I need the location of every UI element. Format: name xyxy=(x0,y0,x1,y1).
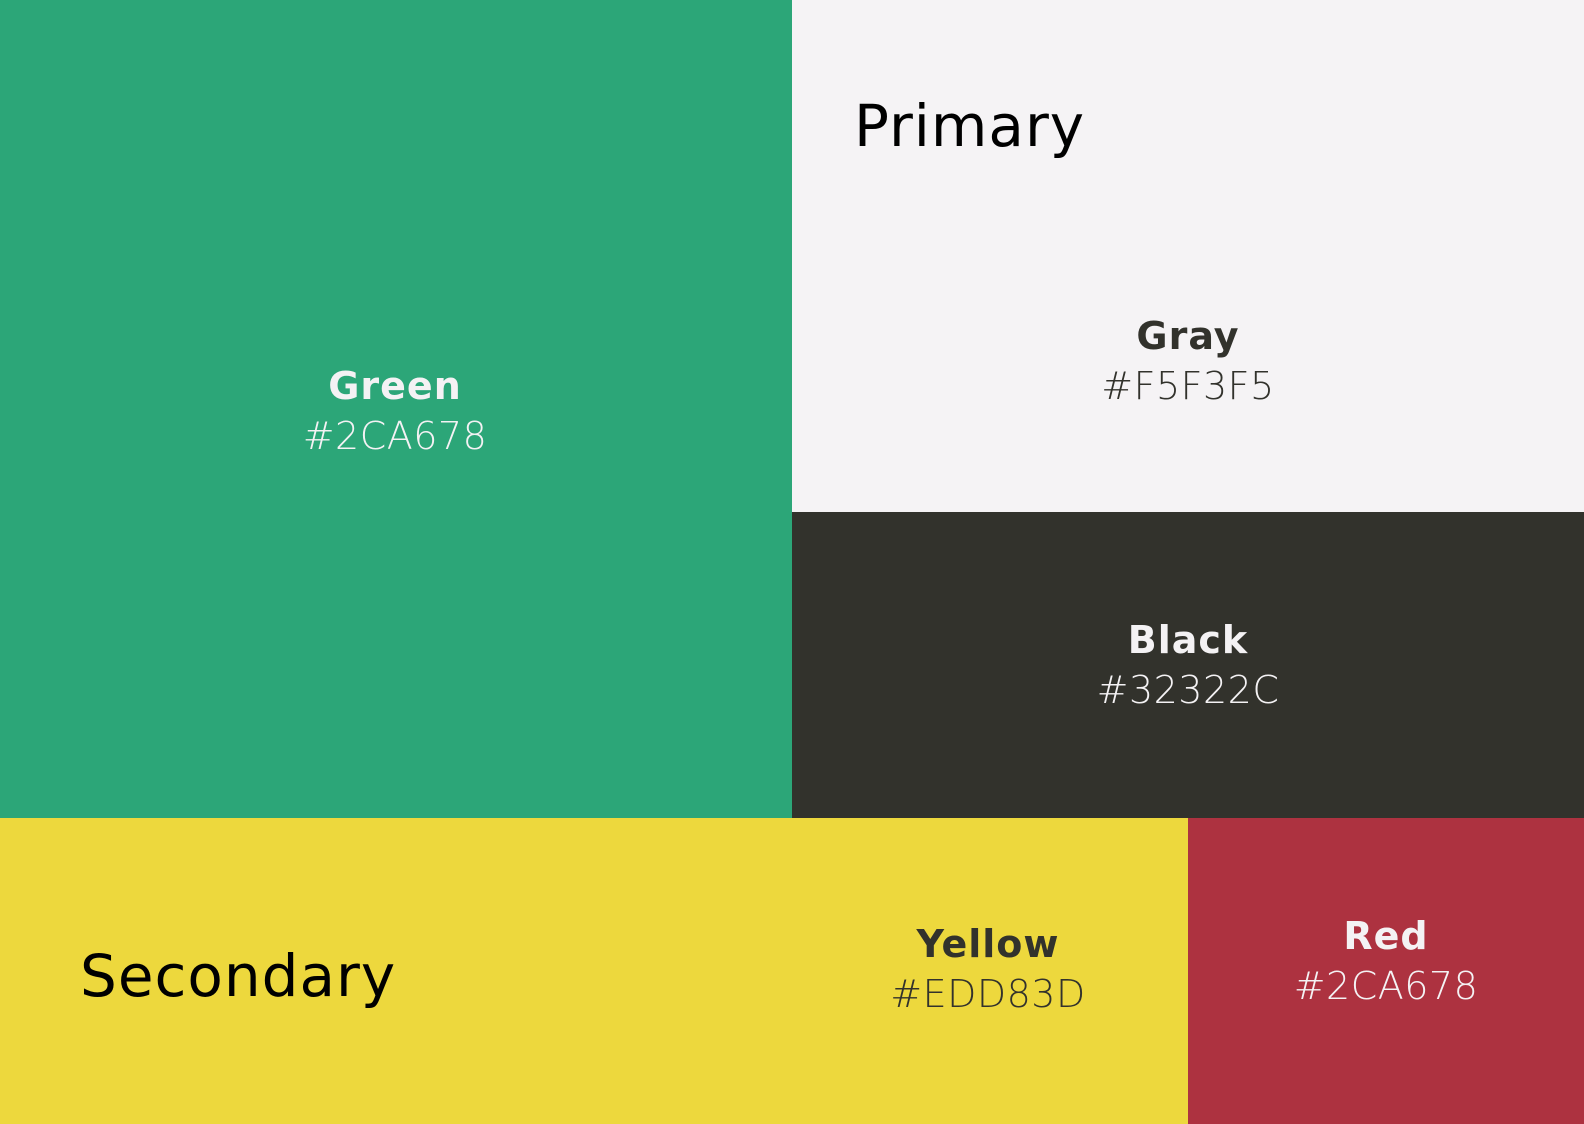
black-swatch-name: Black xyxy=(1127,618,1249,662)
red-swatch-name: Red xyxy=(1343,914,1429,958)
green-swatch: Green #2CA678 xyxy=(0,0,792,818)
red-swatch-label: Red #2CA678 xyxy=(1294,912,1479,1012)
gray-swatch-hex: #F5F3F5 xyxy=(1101,364,1275,408)
color-palette-board: Green #2CA678 Gray #F5F3F5 Black #32322C… xyxy=(0,0,1584,1124)
red-swatch-hex: #2CA678 xyxy=(1293,964,1479,1008)
secondary-section-title: Secondary xyxy=(80,942,397,1010)
black-swatch-label: Black #32322C xyxy=(1097,616,1280,716)
primary-section-title: Primary xyxy=(854,92,1086,160)
green-swatch-label: Green #2CA678 xyxy=(303,362,488,462)
gray-swatch-name: Gray xyxy=(1136,314,1240,358)
red-swatch: Red #2CA678 xyxy=(1188,818,1584,1124)
gray-swatch-label: Gray #F5F3F5 xyxy=(1101,312,1274,412)
black-swatch-hex: #32322C xyxy=(1096,668,1280,712)
yellow-swatch-name: Yellow xyxy=(916,922,1060,966)
gray-swatch: Gray #F5F3F5 xyxy=(792,0,1584,512)
green-swatch-hex: #2CA678 xyxy=(302,414,488,458)
yellow-swatch-label: Yellow #EDD83D xyxy=(890,920,1086,1020)
yellow-swatch-hex: #EDD83D xyxy=(890,972,1086,1016)
green-swatch-name: Green xyxy=(328,364,462,408)
black-swatch: Black #32322C xyxy=(792,512,1584,818)
